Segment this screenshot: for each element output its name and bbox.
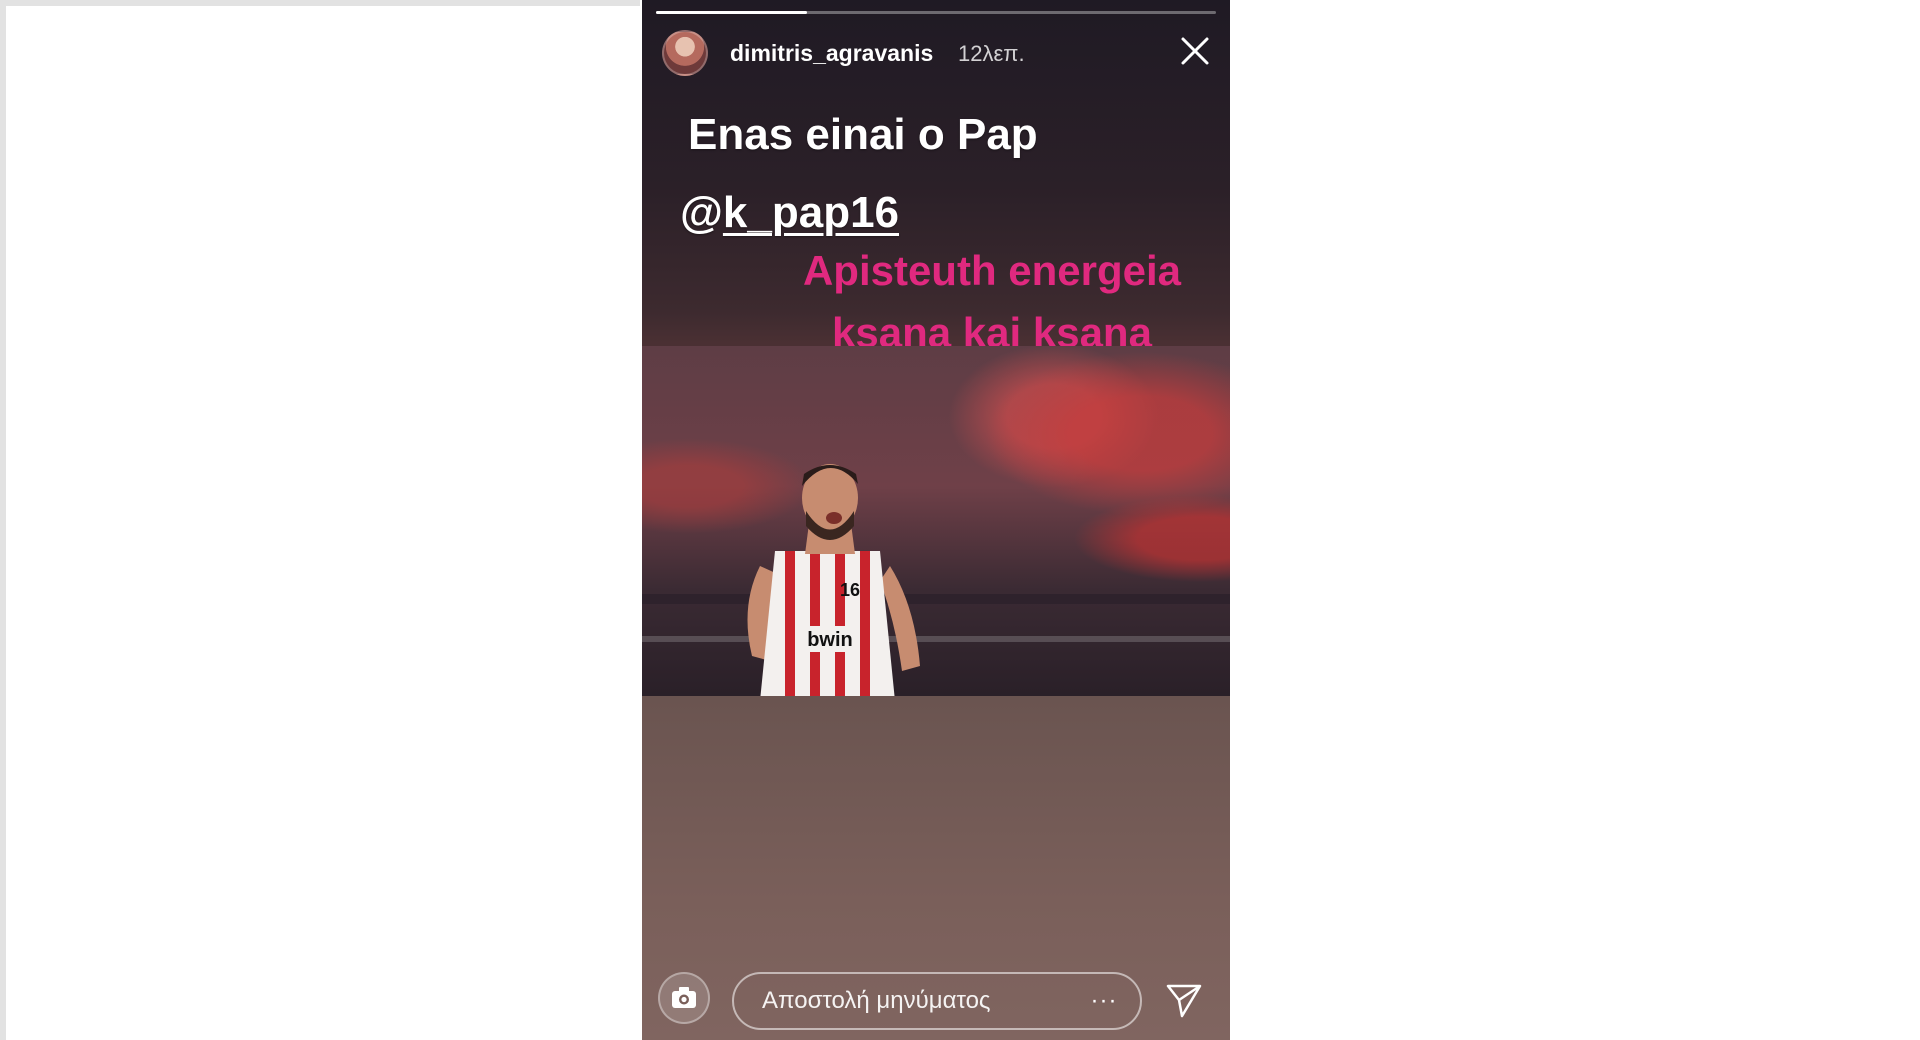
camera-icon <box>672 987 696 1008</box>
story-viewer[interactable]: dimitris_agravanis 12λεπ. Enas einai o P… <box>642 0 1230 1040</box>
mention-at: @ <box>680 188 723 237</box>
story-text-pink-line1: Apisteuth energeia <box>802 247 1182 294</box>
close-icon[interactable] <box>1178 34 1212 68</box>
post-time: 12λεπ. <box>958 41 1025 66</box>
player-illustration: bwin 16 <box>747 464 920 696</box>
message-input[interactable] <box>732 972 1142 1030</box>
camera-button[interactable] <box>658 972 710 1024</box>
username[interactable]: dimitris_agravanis <box>730 40 933 67</box>
story-progress-fill <box>656 11 808 14</box>
story-text-main: Enas einai o Pap <box>688 110 1038 159</box>
story-progress-bar <box>656 11 1216 14</box>
story-photo: bwin 16 <box>642 346 1230 696</box>
more-options-button[interactable]: ··· <box>1082 985 1126 1017</box>
mention-link[interactable]: @k_pap16 <box>680 188 899 238</box>
frame-top-border <box>0 0 640 6</box>
jersey-number: 16 <box>840 580 860 600</box>
send-icon[interactable] <box>1162 978 1206 1022</box>
mention-handle: k_pap16 <box>722 188 900 237</box>
jersey-sponsor: bwin <box>807 629 853 651</box>
frame-left-border <box>0 0 6 1040</box>
avatar[interactable] <box>662 30 708 76</box>
